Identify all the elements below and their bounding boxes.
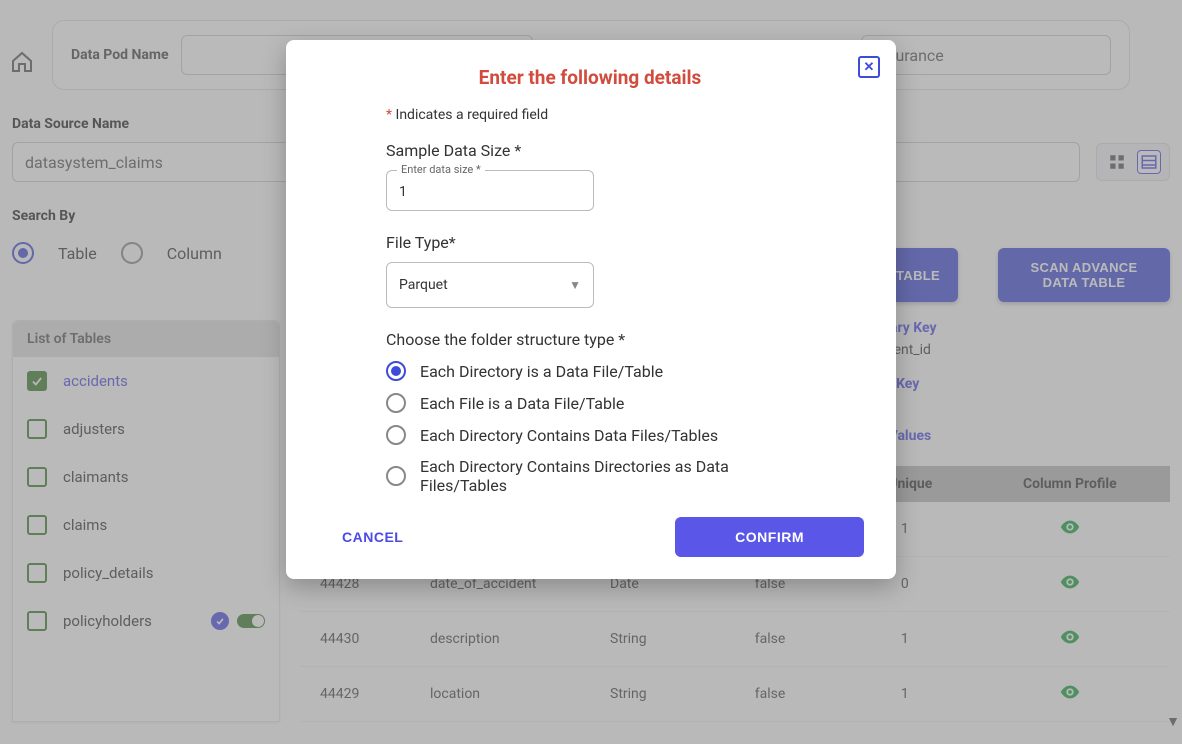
cancel-button[interactable]: CANCEL [316,521,429,553]
sample-size-value: 1 [399,184,407,200]
folder-option-2[interactable]: Each Directory Contains Data Files/Table… [386,425,864,445]
folder-option-3[interactable]: Each Directory Contains Directories as D… [386,457,864,495]
radio-icon [386,393,406,413]
folder-structure-label: Choose the folder structure type * [386,330,864,349]
sample-data-size-label: Sample Data Size * [386,141,864,160]
file-type-select[interactable]: Parquet ▼ [386,262,594,308]
enter-details-modal: ✕ Enter the following details * Indicate… [286,40,896,579]
folder-option-1[interactable]: Each File is a Data File/Table [386,393,864,413]
chevron-down-icon: ▼ [569,278,581,292]
modal-overlay: ✕ Enter the following details * Indicate… [0,0,1182,744]
required-note: * Indicates a required field [386,107,864,123]
file-type-value: Parquet [399,277,448,293]
file-type-label: File Type* [386,233,864,252]
modal-title: Enter the following details [316,66,864,89]
sample-size-legend: Enter data size * [397,163,485,176]
radio-icon [386,425,406,445]
folder-option-0[interactable]: Each Directory is a Data File/Table [386,361,864,381]
sample-data-size-input[interactable]: Enter data size * 1 [386,170,594,211]
confirm-button[interactable]: CONFIRM [675,517,864,557]
close-icon[interactable]: ✕ [858,56,880,78]
radio-icon [386,361,406,381]
radio-icon [386,466,406,486]
